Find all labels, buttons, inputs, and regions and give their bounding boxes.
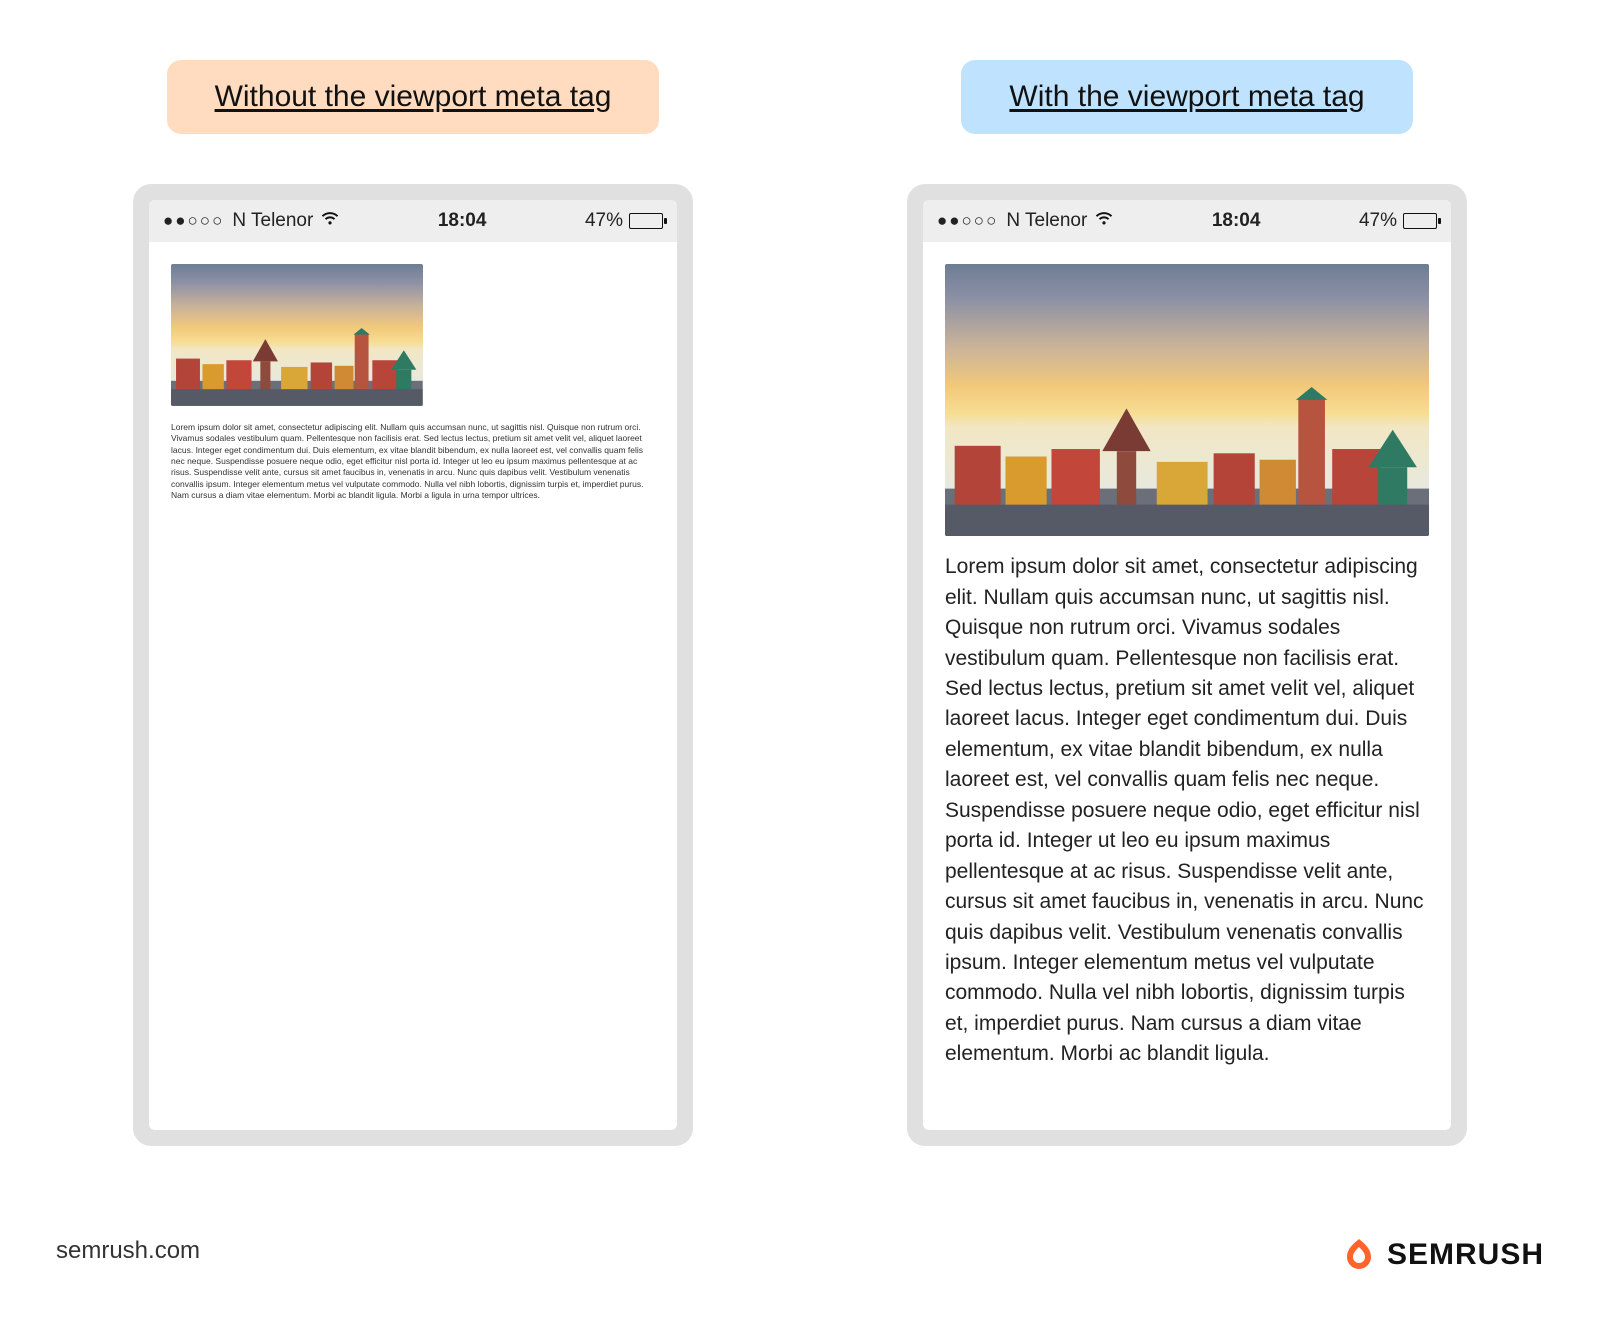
column-without-viewport: Without the viewport meta tag ●●○○○ N Te…: [56, 60, 770, 1146]
page-content-large: Lorem ipsum dolor sit amet, consectetur …: [923, 242, 1451, 1130]
page-content-small: Lorem ipsum dolor sit amet, consectetur …: [149, 242, 677, 1130]
label-without-viewport: Without the viewport meta tag: [167, 60, 660, 134]
phone-screen-right: ●●○○○ N Telenor 18:04 47%: [923, 200, 1451, 1130]
battery-icon: [629, 213, 663, 229]
body-text-small: Lorem ipsum dolor sit amet, consectetur …: [171, 422, 655, 502]
phone-mockup-right: ●●○○○ N Telenor 18:04 47%: [907, 184, 1467, 1146]
carrier-label: N Telenor: [1006, 210, 1087, 232]
footer-url: semrush.com: [56, 1237, 200, 1265]
status-bar: ●●○○○ N Telenor 18:04 47%: [923, 200, 1451, 242]
body-text-large: Lorem ipsum dolor sit amet, consectetur …: [945, 552, 1429, 1069]
brand-name: SEMRUSH: [1387, 1238, 1544, 1272]
brand-logo: SEMRUSH: [1341, 1237, 1544, 1273]
status-bar: ●●○○○ N Telenor 18:04 47%: [149, 200, 677, 242]
signal-dots-icon: ●●○○○: [937, 211, 998, 231]
flame-icon: [1341, 1237, 1377, 1273]
carrier-label: N Telenor: [232, 210, 313, 232]
phone-screen-left: ●●○○○ N Telenor 18:04 47%: [149, 200, 677, 1130]
clock-label: 18:04: [1212, 210, 1261, 232]
hero-image: [945, 264, 1429, 536]
wifi-icon: [321, 210, 339, 232]
wifi-icon: [1095, 210, 1113, 232]
label-with-viewport: With the viewport meta tag: [961, 60, 1412, 134]
hero-image: [171, 264, 423, 406]
column-with-viewport: With the viewport meta tag ●●○○○ N Telen…: [830, 60, 1544, 1146]
battery-percent-label: 47%: [1359, 210, 1397, 232]
battery-percent-label: 47%: [585, 210, 623, 232]
battery-icon: [1403, 213, 1437, 229]
phone-mockup-left: ●●○○○ N Telenor 18:04 47%: [133, 184, 693, 1146]
signal-dots-icon: ●●○○○: [163, 211, 224, 231]
clock-label: 18:04: [438, 210, 487, 232]
